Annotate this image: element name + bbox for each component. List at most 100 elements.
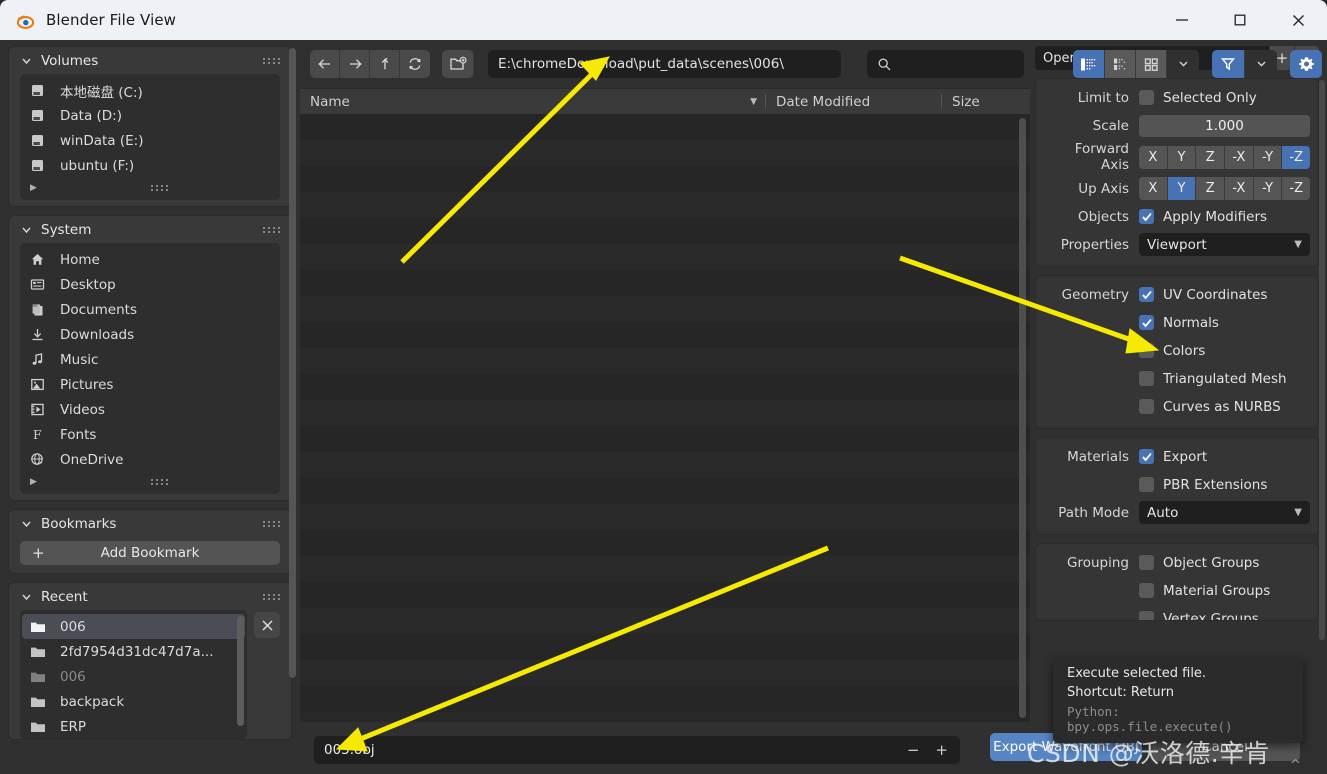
table-row[interactable]	[300, 322, 1030, 348]
recent-scrollbar[interactable]	[237, 616, 244, 726]
table-row[interactable]	[300, 140, 1030, 166]
materials-export-checkbox[interactable]	[1139, 449, 1154, 464]
forward-axis-y[interactable]: Y	[1167, 145, 1197, 169]
path-mode-dropdown[interactable]: Auto ▼	[1139, 501, 1310, 524]
thumbnail-grid-icon[interactable]	[1135, 50, 1166, 78]
vertex-groups-checkbox[interactable]	[1139, 611, 1154, 620]
panel-header-recent[interactable]: Recent	[9, 583, 291, 610]
filter-options-dropdown[interactable]	[1244, 50, 1277, 78]
operator-panel-scrollbar[interactable]	[1319, 80, 1325, 640]
table-row[interactable]	[300, 504, 1030, 530]
decrement-button[interactable]: −	[907, 741, 920, 759]
forward-axis-x[interactable]: X	[1139, 145, 1168, 169]
normals-checkbox[interactable]	[1139, 315, 1154, 330]
horizontal-list-icon[interactable]	[1104, 50, 1135, 78]
forward-axis-neg-z[interactable]: -Z	[1282, 145, 1310, 169]
panel-grip-icon[interactable]	[263, 226, 281, 233]
chevron-up-icon[interactable]: ^	[1290, 758, 1301, 773]
sidebar-item-videos[interactable]: Videos	[20, 397, 280, 422]
column-header-size[interactable]: Size	[942, 94, 1030, 110]
sidebar-item-documents[interactable]: Documents	[20, 297, 280, 322]
sidebar-item-music[interactable]: Music	[20, 347, 280, 372]
table-row[interactable]	[300, 478, 1030, 504]
table-row[interactable]	[300, 634, 1030, 660]
table-row[interactable]	[300, 296, 1030, 322]
table-row[interactable]	[300, 556, 1030, 582]
table-row[interactable]	[300, 530, 1030, 556]
expand-row[interactable]: ▶	[20, 472, 280, 492]
maximize-button[interactable]	[1211, 0, 1269, 40]
up-axis-z[interactable]: Z	[1196, 177, 1226, 200]
panel-header-volumes[interactable]: Volumes	[9, 47, 291, 74]
properties-dropdown[interactable]: Viewport ▼	[1139, 233, 1310, 256]
table-row[interactable]	[300, 244, 1030, 270]
table-row[interactable]	[300, 166, 1030, 192]
table-row[interactable]	[300, 608, 1030, 634]
table-row[interactable]	[300, 374, 1030, 400]
forward-axis-neg-x[interactable]: -X	[1225, 145, 1254, 169]
vertical-list-icon[interactable]	[1073, 50, 1104, 78]
up-axis-neg-x[interactable]: -X	[1225, 177, 1254, 200]
minimize-button[interactable]	[1153, 0, 1211, 40]
pbr-extensions-checkbox[interactable]	[1139, 477, 1154, 492]
sidebar-item-fonts[interactable]: F Fonts	[20, 422, 280, 447]
up-axis-y[interactable]: Y	[1167, 177, 1197, 200]
list-item[interactable]: Data (D:)	[20, 103, 280, 128]
sidebar-item-downloads[interactable]: Downloads	[20, 322, 280, 347]
column-header-date-modified[interactable]: Date Modified	[766, 94, 941, 110]
parent-directory-button[interactable]	[370, 50, 400, 78]
sidebar-item-home[interactable]: Home	[20, 247, 280, 272]
sidebar-item-onedrive[interactable]: OneDrive	[20, 447, 280, 472]
list-item[interactable]: backpack	[20, 689, 247, 714]
material-groups-checkbox[interactable]	[1139, 583, 1154, 598]
list-item[interactable]: 006	[20, 664, 247, 689]
curves-as-nurbs-checkbox[interactable]	[1139, 399, 1154, 414]
refresh-button[interactable]	[400, 50, 430, 78]
colors-checkbox[interactable]	[1139, 343, 1154, 358]
table-row[interactable]	[300, 114, 1030, 140]
panel-header-bookmarks[interactable]: Bookmarks	[9, 510, 291, 537]
table-row[interactable]	[300, 192, 1030, 218]
list-item[interactable]: ERP	[20, 714, 247, 739]
up-axis-neg-z[interactable]: -Z	[1282, 177, 1310, 200]
column-header-name[interactable]: Name ▼	[300, 94, 765, 110]
add-bookmark-button[interactable]: + Add Bookmark	[20, 541, 280, 565]
table-row[interactable]	[300, 218, 1030, 244]
table-row[interactable]	[300, 348, 1030, 374]
panel-grip-icon[interactable]	[263, 520, 281, 527]
list-item[interactable]: ubuntu (F:)	[20, 153, 280, 178]
table-row[interactable]	[300, 582, 1030, 608]
table-row[interactable]	[300, 426, 1030, 452]
sidebar-item-desktop[interactable]: Desktop	[20, 272, 280, 297]
forward-axis-z[interactable]: Z	[1196, 145, 1226, 169]
file-list-scrollbar[interactable]	[1019, 118, 1026, 718]
up-axis-x[interactable]: X	[1139, 177, 1168, 200]
table-row[interactable]	[300, 686, 1030, 712]
sidebar-item-pictures[interactable]: Pictures	[20, 372, 280, 397]
uv-coordinates-checkbox[interactable]	[1139, 287, 1154, 302]
file-list[interactable]	[300, 114, 1030, 722]
list-item[interactable]: winData (E:)	[20, 128, 280, 153]
list-item[interactable]: 2fd7954d31dc47d7a...	[20, 639, 247, 664]
sidebar-scrollbar[interactable]	[289, 48, 296, 678]
panel-header-system[interactable]: System	[9, 216, 291, 243]
list-item[interactable]: 006	[22, 614, 245, 639]
triangulated-mesh-checkbox[interactable]	[1139, 371, 1154, 386]
up-axis-neg-y[interactable]: -Y	[1253, 177, 1283, 200]
list-item[interactable]: 本地磁盘 (C:)	[20, 78, 280, 103]
search-input[interactable]	[867, 50, 1024, 78]
table-row[interactable]	[300, 400, 1030, 426]
filename-input[interactable]: 005.obj − +	[314, 736, 960, 764]
back-button[interactable]	[310, 50, 340, 78]
table-row[interactable]	[300, 270, 1030, 296]
display-options-dropdown[interactable]	[1166, 50, 1199, 78]
increment-button[interactable]: +	[935, 741, 948, 759]
scale-value-field[interactable]: 1.000	[1139, 114, 1310, 137]
table-row[interactable]	[300, 660, 1030, 686]
panel-grip-icon[interactable]	[263, 593, 281, 600]
path-input[interactable]: E:\chromeDownload\put_data\scenes\006\	[488, 50, 841, 78]
filter-funnel-icon[interactable]	[1212, 50, 1244, 78]
gear-icon[interactable]	[1290, 50, 1322, 78]
forward-button[interactable]	[340, 50, 370, 78]
forward-axis-neg-y[interactable]: -Y	[1253, 145, 1283, 169]
